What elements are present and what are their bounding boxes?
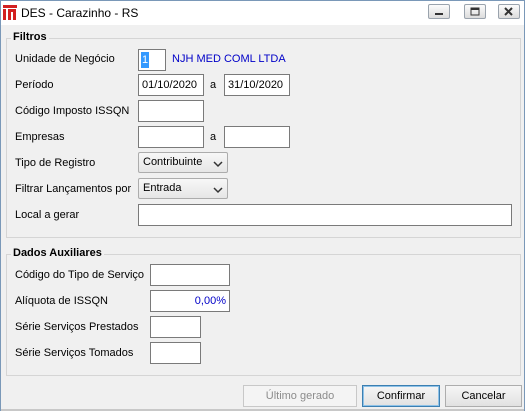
periodo-label: Período (15, 79, 54, 91)
codigo-servico-label: Código do Tipo de Serviço (15, 269, 145, 281)
aliquota-label: Alíquota de ISSQN (15, 295, 108, 307)
serie-prestados-label: Série Serviços Prestados (15, 321, 139, 333)
filtrar-label: Filtrar Lançamentos por (15, 183, 132, 195)
cancelar-button[interactable]: Cancelar (445, 385, 522, 407)
unidade-code-input[interactable]: 1 (138, 49, 166, 71)
ultimo-gerado-button[interactable]: Último gerado (243, 385, 357, 407)
empresas-from-input[interactable] (138, 126, 204, 148)
empresas-to-input[interactable] (224, 126, 290, 148)
close-button[interactable] (498, 4, 520, 19)
filtros-title: Filtros (11, 31, 49, 43)
empresas-label: Empresas (15, 131, 65, 143)
serie-tomados-input[interactable] (150, 342, 201, 364)
periodo-to-input[interactable]: 31/10/2020 (224, 74, 290, 96)
aliquota-input[interactable]: 0,00% (150, 290, 230, 312)
chevron-down-icon (213, 157, 223, 176)
local-input[interactable] (138, 204, 512, 226)
codigo-imposto-label: Código Imposto ISSQN (15, 105, 130, 117)
serie-tomados-label: Série Serviços Tomados (15, 347, 134, 359)
unidade-name: NJH MED COML LTDA (172, 53, 286, 65)
auxiliares-title: Dados Auxiliares (11, 247, 104, 259)
chevron-down-icon (213, 183, 223, 202)
filtrar-value: Entrada (143, 182, 182, 194)
window-title: DES - Carazinho - RS (21, 6, 139, 20)
app-logo-icon (3, 5, 17, 20)
periodo-separator: a (210, 79, 217, 91)
codigo-servico-input[interactable] (150, 264, 230, 286)
filtrar-select[interactable]: Entrada (138, 178, 228, 199)
confirmar-button[interactable]: Confirmar (362, 385, 440, 407)
codigo-imposto-input[interactable] (138, 100, 204, 122)
periodo-from-input[interactable]: 01/10/2020 (138, 74, 204, 96)
tipo-registro-select[interactable]: Contribuinte (138, 152, 228, 173)
tipo-registro-value: Contribuinte (143, 156, 203, 168)
tipo-registro-label: Tipo de Registro (15, 157, 96, 169)
maximize-button[interactable] (464, 4, 486, 19)
serie-prestados-input[interactable] (150, 316, 201, 338)
empresas-separator: a (210, 131, 217, 143)
des-window: DES - Carazinho - RS Filtros Unidade de … (0, 0, 525, 411)
unidade-code-value: 1 (141, 52, 150, 68)
local-label: Local a gerar (15, 209, 80, 221)
minimize-button[interactable] (428, 4, 450, 19)
unidade-label: Unidade de Negócio (15, 53, 115, 65)
title-bar[interactable]: DES - Carazinho - RS (1, 1, 524, 25)
